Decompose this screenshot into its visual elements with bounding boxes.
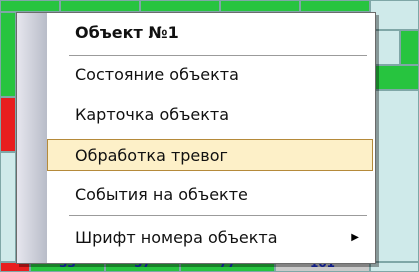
grid-cell[interactable] (370, 90, 419, 262)
grid-cell[interactable] (0, 0, 60, 12)
menu-item-object-card[interactable]: Карточка объекта (47, 99, 373, 131)
menu-item-alarm-processing[interactable]: Обработка тревог (47, 139, 373, 171)
grid-cell[interactable] (0, 12, 16, 97)
submenu-arrow-icon: ▶ (351, 232, 359, 243)
menu-sidebar (17, 13, 47, 263)
grid-cell[interactable] (60, 0, 140, 12)
menu-separator (69, 55, 367, 56)
menu-separator (69, 215, 367, 216)
grid-cell[interactable] (370, 0, 419, 30)
grid-cell[interactable] (220, 0, 300, 12)
grid-cell[interactable] (300, 0, 370, 12)
menu-item-label: Шрифт номера объекта (75, 228, 278, 247)
grid-cell[interactable] (370, 65, 419, 90)
menu-item-object-events[interactable]: События на объекте (47, 179, 373, 211)
menu-item-object-number-font[interactable]: Шрифт номера объекта ▶ (47, 222, 373, 254)
grid-cell[interactable] (370, 262, 419, 272)
grid-cell[interactable] (0, 97, 16, 152)
grid-cell[interactable] (0, 152, 16, 262)
grid-cell[interactable] (400, 30, 419, 65)
menu-item-object-state[interactable]: Состояние объекта (47, 59, 373, 91)
menu-title: Объект №1 (75, 23, 179, 42)
context-menu: Объект №1 Состояние объекта Карточка объ… (16, 12, 376, 264)
grid-cell[interactable] (140, 0, 220, 12)
